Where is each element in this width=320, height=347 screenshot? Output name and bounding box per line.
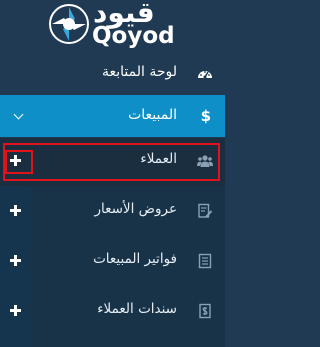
invoice-list-icon [198, 253, 212, 269]
dollar-icon: $ [200, 107, 211, 125]
highlight-box-plus [5, 150, 33, 174]
submenu-item-label: سندات العملاء [97, 301, 177, 317]
add-invoice-plus-icon[interactable] [10, 255, 21, 266]
submenu-item-label: فواتير المبيعات [93, 251, 177, 267]
sidebar: قيود Qoyod لوحة المتابعة المبيعات $ العم… [0, 0, 225, 347]
logo[interactable]: قيود Qoyod [0, 0, 225, 50]
sidebar-item-label: لوحة المتابعة [101, 64, 177, 80]
add-receipt-plus-icon[interactable] [10, 305, 21, 316]
highlight-box-customers [3, 143, 220, 181]
chevron-down-icon [13, 109, 24, 120]
quote-edit-icon [198, 203, 213, 218]
logo-text-english: Qoyod [92, 23, 175, 49]
submenu-item-label: عروض الأسعار [94, 201, 177, 217]
submenu-item-receipts[interactable]: سندات العملاء [0, 288, 225, 336]
sidebar-item-sales[interactable]: المبيعات $ [0, 95, 225, 137]
submenu-item-invoices[interactable]: فواتير المبيعات [0, 238, 225, 286]
sidebar-item-dashboard[interactable]: لوحة المتابعة [0, 55, 225, 91]
add-quote-plus-icon[interactable] [10, 205, 21, 216]
sidebar-item-label: المبيعات [128, 107, 177, 123]
receipt-icon [199, 303, 211, 319]
dashboard-gauge-icon [198, 71, 212, 79]
submenu-item-quotes[interactable]: عروض الأسعار [0, 188, 225, 236]
logo-mark-icon [49, 4, 89, 44]
